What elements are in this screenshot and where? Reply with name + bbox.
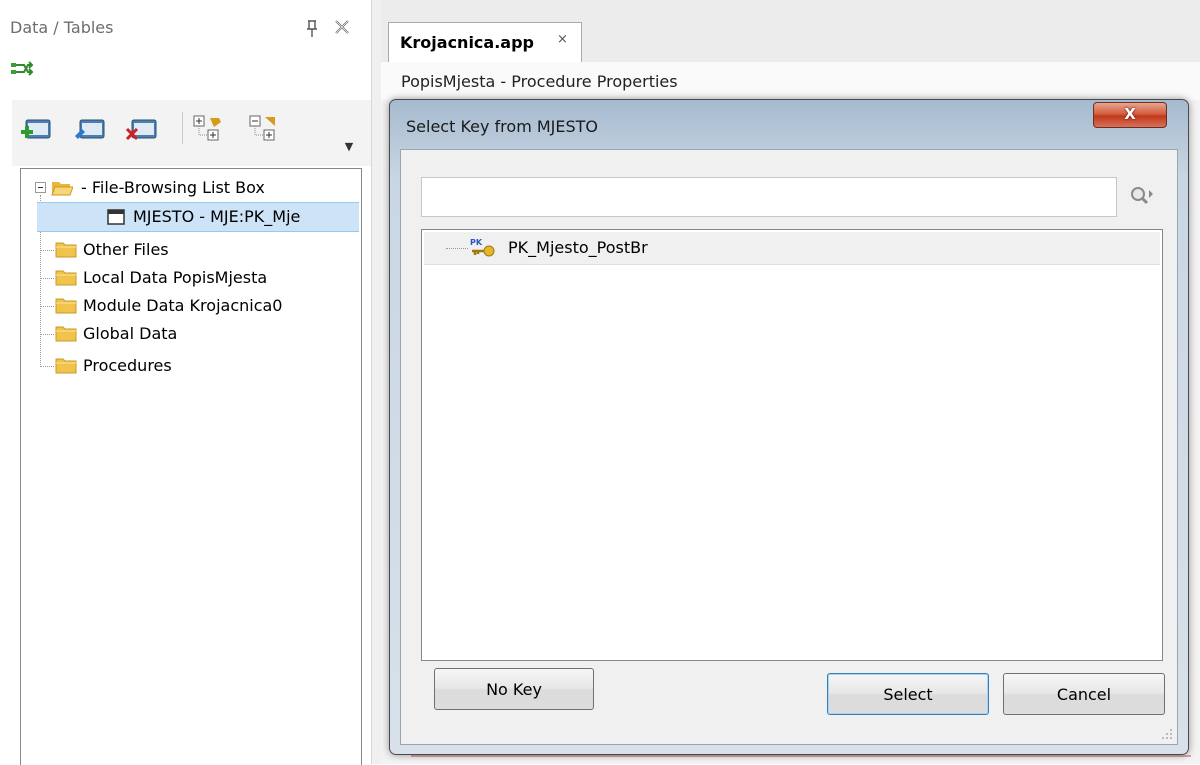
tree-label: Local Data PopisMjesta (83, 268, 268, 287)
sync-icon[interactable] (10, 60, 36, 78)
key-label: PK_Mjesto_PostBr (508, 238, 648, 257)
resize-grip-icon[interactable] (1161, 728, 1173, 740)
key-item-pk-mjesto-postbr[interactable]: PK PK_Mjesto_PostBr (424, 232, 1160, 265)
folder-icon (55, 270, 77, 286)
primary-key-icon: PK (470, 238, 495, 257)
svg-text:PK: PK (470, 238, 483, 247)
select-button[interactable]: Select (827, 673, 989, 715)
delete-icon[interactable] (124, 114, 158, 144)
overflow-icon[interactable]: ▼ (343, 140, 355, 154)
procedure-header: PopisMjesta - Procedure Properties (381, 62, 1200, 100)
close-icon: X (1124, 105, 1136, 123)
canvas-line (411, 755, 1191, 757)
folder-icon (55, 298, 77, 314)
search-icon[interactable] (1127, 184, 1155, 208)
tree-item-global-data[interactable]: Global Data (21, 320, 359, 348)
pane-title: Data / Tables (10, 18, 114, 37)
change-icon[interactable] (72, 114, 106, 144)
tab-label: Krojacnica.app (400, 33, 534, 52)
collapse-icon[interactable] (35, 182, 46, 193)
no-key-button[interactable]: No Key (434, 668, 594, 710)
tree-label: Module Data Krojacnica0 (83, 296, 283, 315)
folder-icon (55, 326, 77, 342)
tree-item-local-data[interactable]: Local Data PopisMjesta (21, 264, 359, 292)
tab-close-icon[interactable]: × (557, 32, 568, 47)
insert-icon[interactable] (18, 114, 52, 144)
tree-guide (446, 248, 468, 249)
search-input[interactable] (421, 177, 1117, 217)
table-icon (107, 209, 125, 225)
toolbar-separator (182, 112, 183, 144)
close-icon[interactable] (333, 18, 351, 36)
collapse-all-icon[interactable] (248, 114, 282, 144)
tree-item-procedures[interactable]: Procedures (21, 352, 359, 380)
tree-label: Other Files (83, 240, 169, 259)
select-key-dialog: Select Key from MJESTO X PK PK_Mjesto_Po… (389, 99, 1189, 755)
data-tables-pane: Data / Tables ▼ - File-Browsing List Box… (0, 0, 372, 765)
pin-icon[interactable] (305, 20, 319, 38)
tree-item-module-data[interactable]: Module Data Krojacnica0 (21, 292, 359, 320)
procedure-title: PopisMjesta - Procedure Properties (401, 72, 678, 91)
tree-item-mjesto[interactable]: MJESTO - MJE:PK_Mje (37, 202, 359, 232)
folder-icon (55, 358, 77, 374)
data-tree: - File-Browsing List Box MJESTO - MJE:PK… (20, 168, 362, 765)
expand-all-icon[interactable] (192, 114, 226, 144)
tree-label: MJESTO - MJE:PK_Mje (133, 207, 301, 226)
tree-item-other-files[interactable]: Other Files (21, 236, 359, 264)
cancel-button[interactable]: Cancel (1003, 673, 1165, 715)
tab-krojacnica[interactable]: Krojacnica.app × (388, 22, 582, 62)
dialog-client: PK PK_Mjesto_PostBr No Key Select Cancel (400, 149, 1178, 745)
data-toolbar: ▼ (12, 100, 372, 166)
dialog-title: Select Key from MJESTO (406, 117, 599, 136)
tree-item-file-browsing[interactable]: - File-Browsing List Box (21, 174, 359, 202)
folder-icon (55, 242, 77, 258)
tree-label: Procedures (83, 356, 172, 375)
tree-label: - File-Browsing List Box (81, 178, 265, 197)
close-button[interactable]: X (1093, 102, 1167, 128)
key-list: PK PK_Mjesto_PostBr (421, 229, 1163, 661)
tree-label: Global Data (83, 324, 178, 343)
document-tabs: Krojacnica.app × (381, 0, 1200, 63)
folder-open-icon (51, 182, 73, 196)
